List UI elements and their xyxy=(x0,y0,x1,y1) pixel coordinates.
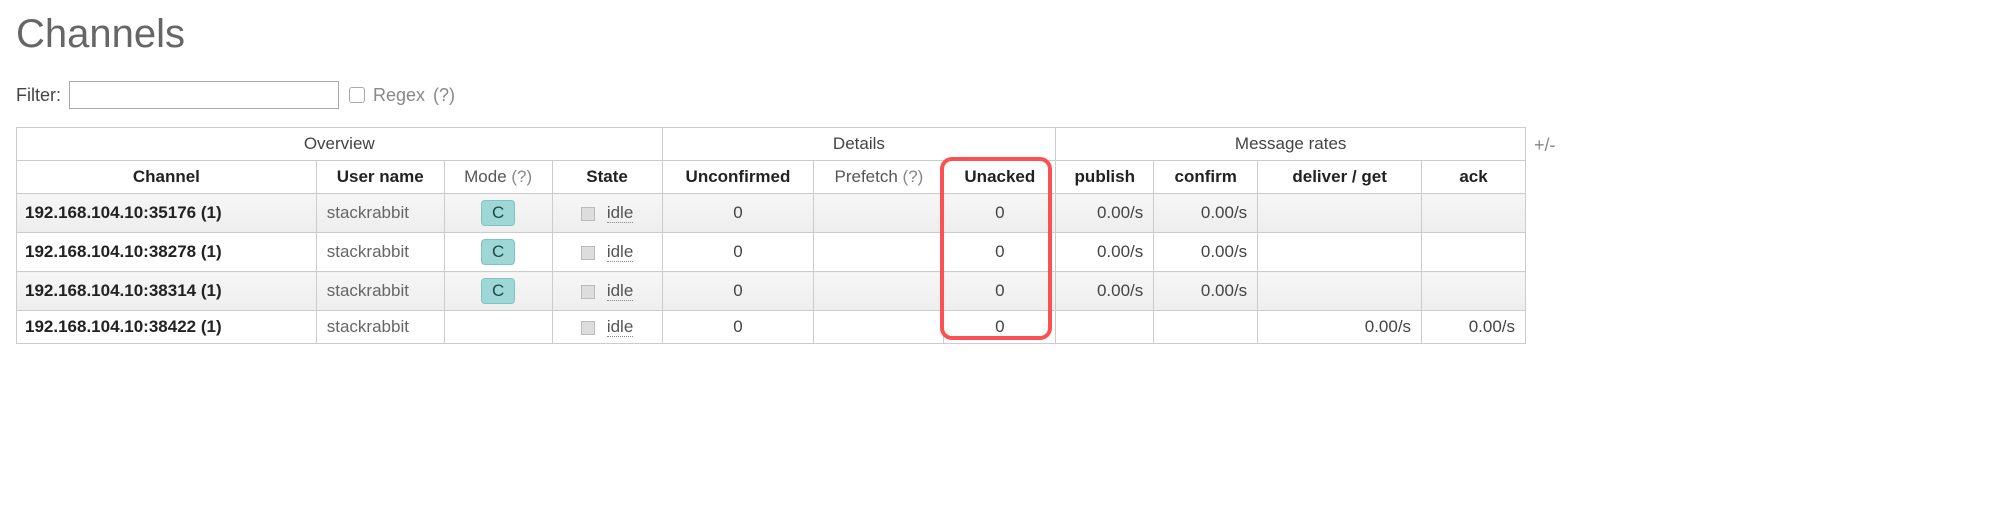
col-publish[interactable]: publish xyxy=(1056,161,1154,194)
ack-cell xyxy=(1422,233,1526,272)
prefetch-cell xyxy=(814,233,944,272)
mode-cell: C xyxy=(444,233,552,272)
unacked-cell: 0 xyxy=(944,272,1056,311)
col-user[interactable]: User name xyxy=(316,161,444,194)
unconfirmed-cell: 0 xyxy=(662,194,814,233)
deliver-get-cell xyxy=(1258,194,1422,233)
publish-cell: 0.00/s xyxy=(1056,272,1154,311)
channel-link[interactable]: 192.168.104.10:35176 (1) xyxy=(17,194,317,233)
mode-badge: C xyxy=(481,200,515,226)
col-deliver-get[interactable]: deliver / get xyxy=(1258,161,1422,194)
filter-label: Filter: xyxy=(16,85,61,106)
user-name: stackrabbit xyxy=(316,233,444,272)
channel-link[interactable]: 192.168.104.10:38422 (1) xyxy=(17,311,317,344)
col-mode[interactable]: Mode (?) xyxy=(444,161,552,194)
confirm-cell: 0.00/s xyxy=(1154,233,1258,272)
confirm-cell: 0.00/s xyxy=(1154,272,1258,311)
prefetch-cell xyxy=(814,272,944,311)
channel-link[interactable]: 192.168.104.10:38278 (1) xyxy=(17,233,317,272)
col-prefetch-label: Prefetch xyxy=(834,167,897,186)
state-cell: idle xyxy=(552,233,662,272)
col-mode-label: Mode xyxy=(464,167,507,186)
publish-cell: 0.00/s xyxy=(1056,233,1154,272)
publish-cell xyxy=(1056,311,1154,344)
unconfirmed-cell: 0 xyxy=(662,272,814,311)
state-indicator-icon xyxy=(581,207,595,221)
prefetch-cell xyxy=(814,194,944,233)
col-unacked[interactable]: Unacked xyxy=(944,161,1056,194)
confirm-cell xyxy=(1154,311,1258,344)
col-prefetch[interactable]: Prefetch (?) xyxy=(814,161,944,194)
state-text: idle xyxy=(607,317,633,337)
state-indicator-icon xyxy=(581,285,595,299)
col-state[interactable]: State xyxy=(552,161,662,194)
state-text: idle xyxy=(607,203,633,223)
regex-help-icon[interactable]: (?) xyxy=(433,85,455,106)
unconfirmed-cell: 0 xyxy=(662,233,814,272)
unconfirmed-cell: 0 xyxy=(662,311,814,344)
state-indicator-icon xyxy=(581,246,595,260)
col-ack[interactable]: ack xyxy=(1422,161,1526,194)
ack-cell xyxy=(1422,272,1526,311)
columns-toggle[interactable]: +/- xyxy=(1526,127,1556,156)
mode-badge: C xyxy=(481,239,515,265)
table-row: 192.168.104.10:38314 (1)stackrabbit Cidle… xyxy=(17,272,1526,311)
state-cell: idle xyxy=(552,194,662,233)
table-row: 192.168.104.10:35176 (1)stackrabbit Cidle… xyxy=(17,194,1526,233)
filter-input[interactable] xyxy=(69,81,339,109)
state-text: idle xyxy=(607,281,633,301)
state-cell: idle xyxy=(552,311,662,344)
unacked-cell: 0 xyxy=(944,311,1056,344)
state-indicator-icon xyxy=(581,321,595,335)
ack-cell xyxy=(1422,194,1526,233)
filter-row: Filter: Regex (?) xyxy=(16,81,1992,109)
mode-cell: C xyxy=(444,272,552,311)
unacked-cell: 0 xyxy=(944,194,1056,233)
publish-cell: 0.00/s xyxy=(1056,194,1154,233)
user-name: stackrabbit xyxy=(316,194,444,233)
col-confirm[interactable]: confirm xyxy=(1154,161,1258,194)
table-row: 192.168.104.10:38422 (1)stackrabbit idle 0… xyxy=(17,311,1526,344)
state-cell: idle xyxy=(552,272,662,311)
user-name: stackrabbit xyxy=(316,272,444,311)
group-header-overview: Overview xyxy=(17,128,663,161)
user-name: stackrabbit xyxy=(316,311,444,344)
group-header-details: Details xyxy=(662,128,1056,161)
ack-cell: 0.00/s xyxy=(1422,311,1526,344)
channels-table: Overview Details Message rates Channel U… xyxy=(16,127,1526,344)
state-text: idle xyxy=(607,242,633,262)
confirm-cell: 0.00/s xyxy=(1154,194,1258,233)
deliver-get-cell: 0.00/s xyxy=(1258,311,1422,344)
prefetch-help-icon[interactable]: (?) xyxy=(903,167,924,186)
unacked-cell: 0 xyxy=(944,233,1056,272)
regex-checkbox[interactable] xyxy=(349,87,365,103)
table-row: 192.168.104.10:38278 (1)stackrabbit Cidle… xyxy=(17,233,1526,272)
deliver-get-cell xyxy=(1258,272,1422,311)
regex-label[interactable]: Regex xyxy=(373,85,425,106)
mode-help-icon[interactable]: (?) xyxy=(511,167,532,186)
channel-link[interactable]: 192.168.104.10:38314 (1) xyxy=(17,272,317,311)
group-header-message-rates: Message rates xyxy=(1056,128,1526,161)
mode-cell: C xyxy=(444,194,552,233)
deliver-get-cell xyxy=(1258,233,1422,272)
col-channel[interactable]: Channel xyxy=(17,161,317,194)
mode-badge: C xyxy=(481,278,515,304)
col-unconfirmed[interactable]: Unconfirmed xyxy=(662,161,814,194)
page-title: Channels xyxy=(16,12,1992,57)
prefetch-cell xyxy=(814,311,944,344)
mode-cell xyxy=(444,311,552,344)
